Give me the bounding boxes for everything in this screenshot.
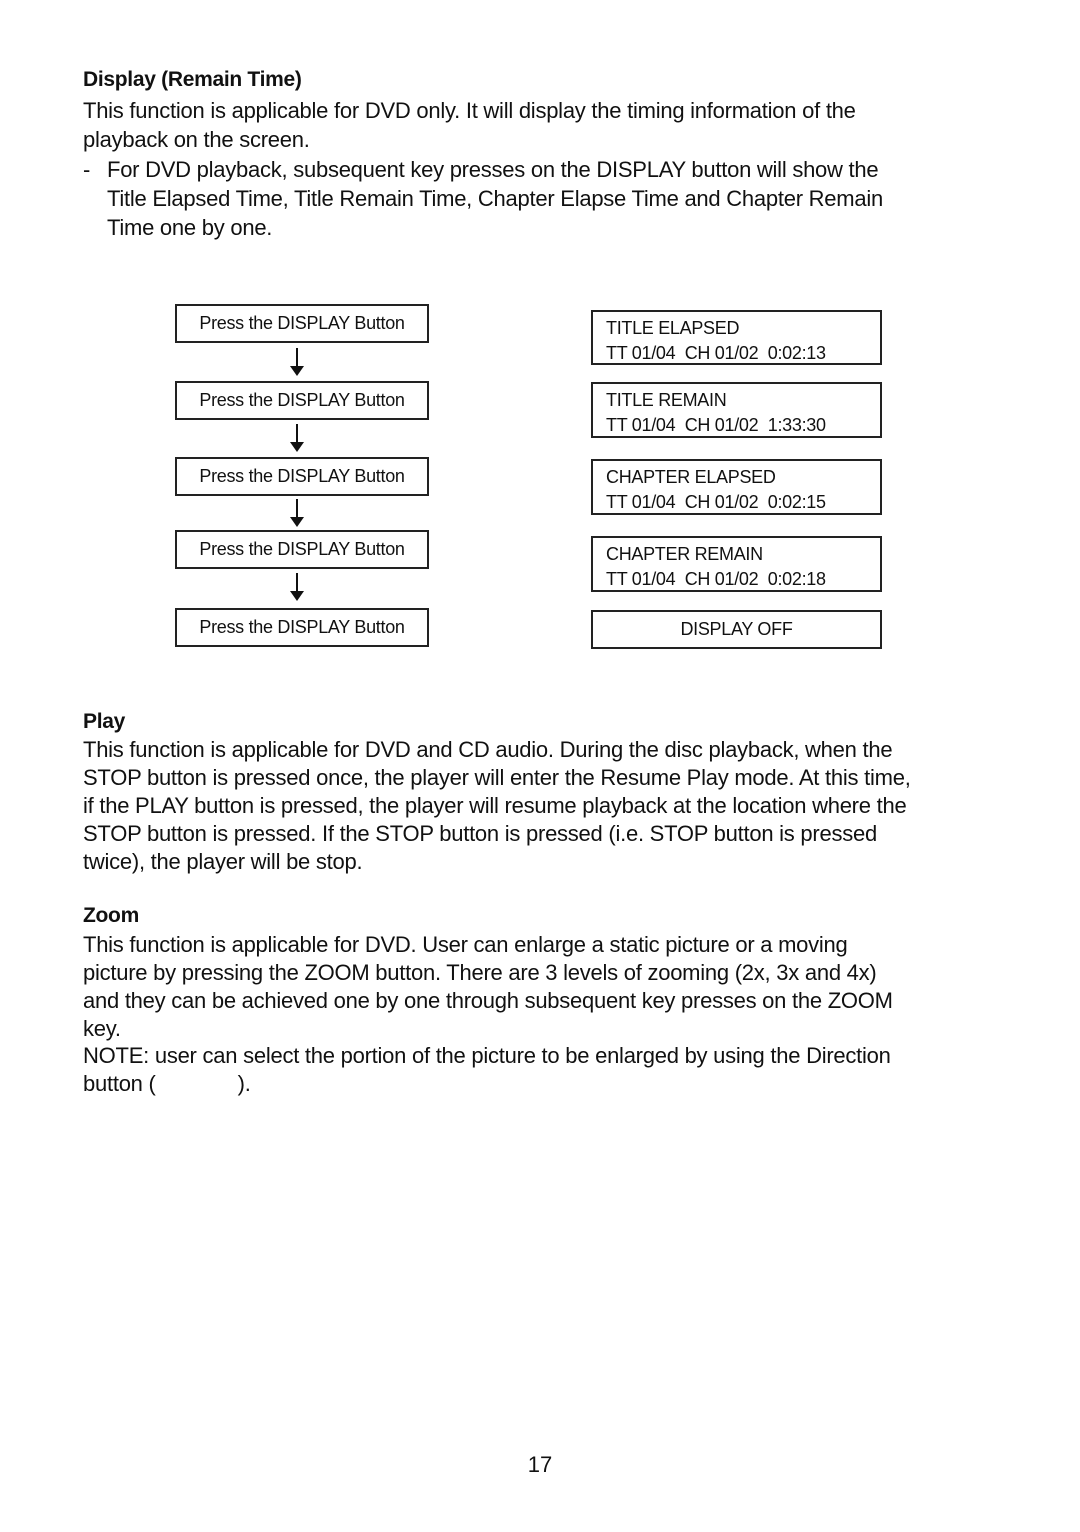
zoom-line-1: This function is applicable for DVD. Use… [83,932,848,957]
zoom-note-line-1: NOTE: user can select the portion of the… [83,1043,891,1068]
result-box-chapter-elapsed: CHAPTER ELAPSED TT 01/04 CH 01/02 0:02:1… [591,459,882,515]
page-number: 17 [527,1452,553,1477]
action-box-3: Press the DISPLAY Button [175,457,429,496]
action-label: Press the DISPLAY Button [199,539,405,559]
result-box-title-remain: TITLE REMAIN TT 01/04 CH 01/02 1:33:30 [591,382,882,438]
result-title: TITLE ELAPSED [606,318,740,338]
result-box-title-elapsed: TITLE ELAPSED TT 01/04 CH 01/02 0:02:13 [591,310,882,365]
action-label: Press the DISPLAY Button [199,466,405,486]
display-bullet-line-1: For DVD playback, subsequent key presses… [107,157,879,182]
result-info: TT 01/04 CH 01/02 1:33:30 [606,415,826,435]
result-info: TT 01/04 CH 01/02 0:02:15 [606,492,826,512]
display-intro-line-1: This function is applicable for DVD only… [83,98,856,123]
zoom-line-4: key. [83,1016,121,1041]
zoom-line-3: and they can be achieved one by one thro… [83,988,893,1013]
result-box-display-off: DISPLAY OFF [591,610,882,649]
result-box-chapter-remain: CHAPTER REMAIN TT 01/04 CH 01/02 0:02:18 [591,536,882,592]
display-bullet-line-2: Title Elapsed Time, Title Remain Time, C… [107,186,883,211]
result-info: TT 01/04 CH 01/02 0:02:13 [606,343,826,363]
action-box-5: Press the DISPLAY Button [175,608,429,647]
zoom-note-line-2: button ( ). [83,1071,251,1096]
action-label: Press the DISPLAY Button [199,313,405,333]
action-box-1: Press the DISPLAY Button [175,304,429,343]
action-label: Press the DISPLAY Button [199,617,405,637]
play-section-heading: Play [83,710,125,733]
action-box-4: Press the DISPLAY Button [175,530,429,569]
result-title: TITLE REMAIN [606,390,727,410]
down-arrow-icon [290,348,304,376]
down-arrow-icon [290,499,304,527]
play-line-5: twice), the player will be stop. [83,849,363,874]
play-line-1: This function is applicable for DVD and … [83,737,893,762]
action-box-2: Press the DISPLAY Button [175,381,429,420]
play-line-2: STOP button is pressed once, the player … [83,765,911,790]
result-info: TT 01/04 CH 01/02 0:02:18 [606,569,826,589]
play-line-4: STOP button is pressed. If the STOP butt… [83,821,877,846]
result-title: CHAPTER REMAIN [606,544,763,564]
action-label: Press the DISPLAY Button [199,390,405,410]
display-section-heading: Display (Remain Time) [83,68,302,91]
play-line-3: if the PLAY button is pressed, the playe… [83,793,907,818]
zoom-section-heading: Zoom [83,904,139,927]
display-intro-line-2: playback on the screen. [83,127,310,152]
bullet-dash: - [83,157,91,182]
zoom-line-2: picture by pressing the ZOOM button. The… [83,960,877,985]
result-title: CHAPTER ELAPSED [606,467,776,487]
down-arrow-icon [290,424,304,452]
result-title: DISPLAY OFF [680,619,793,639]
down-arrow-icon [290,573,304,601]
display-bullet-line-3: Time one by one. [107,215,273,240]
